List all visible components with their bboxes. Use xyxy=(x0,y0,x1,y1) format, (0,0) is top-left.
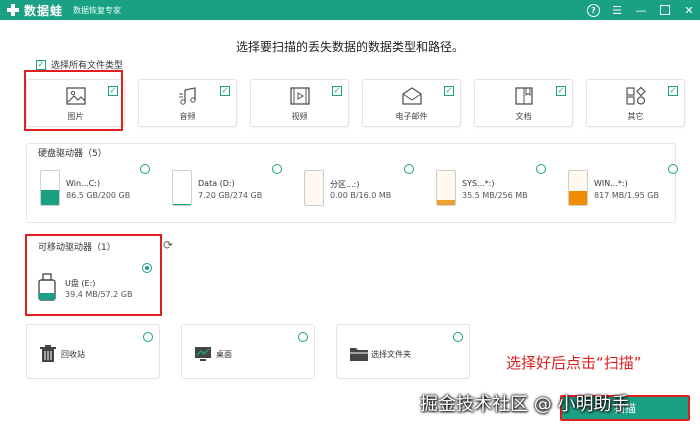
location-radio[interactable] xyxy=(143,332,153,342)
drive-icon xyxy=(40,170,60,206)
drive-size: 817 MB/1.95 GB xyxy=(594,191,659,200)
plus-logo-icon xyxy=(6,3,20,17)
hard-drive-title: 硬盘驱动器（5） xyxy=(38,149,107,159)
checkbox-icon[interactable]: ✓ xyxy=(332,86,342,96)
drive-size: 7.20 GB/274 GB xyxy=(198,191,263,200)
file-type-list: ✓ 图片 ✓ 音频 ✓ 视频 ✓ 电子邮件 ✓ 文档 ✓ 其它 xyxy=(26,79,685,127)
drive-size: 35.5 MB/256 MB xyxy=(462,191,528,200)
location-label: 选择文件夹 xyxy=(371,350,411,359)
close-icon[interactable]: ✕ xyxy=(682,1,696,19)
drive-icon xyxy=(304,170,324,206)
drive-name: Win...C:) xyxy=(66,179,101,188)
drive-item[interactable]: Data (D:) 7.20 GB/274 GB xyxy=(168,164,300,207)
location-list: 回收站 桌面 选择文件夹 xyxy=(26,324,470,379)
annotation-text: 选择好后点击“扫描” xyxy=(506,354,642,372)
other-icon xyxy=(625,86,646,105)
type-card-document[interactable]: ✓ 文档 xyxy=(474,79,573,127)
drive-radio[interactable] xyxy=(404,164,414,174)
location-label: 桌面 xyxy=(216,350,232,359)
maximize-icon[interactable] xyxy=(658,1,672,19)
document-icon xyxy=(514,87,533,105)
drive-size: 0.00 B/16.0 MB xyxy=(330,191,392,200)
drive-item[interactable]: Win...C:) 86.5 GB/200 GB xyxy=(36,164,168,207)
drive-radio[interactable] xyxy=(668,164,678,174)
drive-name: 分区...:) xyxy=(330,180,360,189)
drive-size: 86.5 GB/200 GB xyxy=(66,191,131,200)
watermark: 掘金技术社区 @ 小明助手 xyxy=(420,394,630,415)
location-radio[interactable] xyxy=(453,332,463,342)
folder-icon xyxy=(350,348,368,361)
minimize-icon[interactable]: — xyxy=(634,1,648,19)
drive-icon xyxy=(436,170,456,206)
location-label: 回收站 xyxy=(61,350,85,359)
type-label: 其它 xyxy=(627,112,644,121)
music-icon xyxy=(178,87,196,105)
help-icon[interactable]: ? xyxy=(587,3,600,17)
highlight-box-removable xyxy=(25,234,162,316)
mail-icon xyxy=(401,87,422,105)
app-logo: 数据蛙 数据恢复专家 xyxy=(6,2,121,19)
drive-icon xyxy=(172,170,192,206)
location-choose-folder[interactable]: 选择文件夹 xyxy=(336,324,470,379)
location-recycle-bin[interactable]: 回收站 xyxy=(26,324,160,379)
highlight-box-image xyxy=(24,70,123,131)
checkbox-icon[interactable]: ✓ xyxy=(556,86,566,96)
type-label: 电子邮件 xyxy=(395,112,428,121)
checkbox-icon[interactable]: ✓ xyxy=(668,86,678,96)
type-card-video[interactable]: ✓ 视频 xyxy=(250,79,349,127)
type-card-other[interactable]: ✓ 其它 xyxy=(586,79,685,127)
drive-item[interactable]: 分区...:) 0.00 B/16.0 MB xyxy=(300,164,432,207)
drive-usage-bar xyxy=(437,200,455,205)
app-subtitle: 数据恢复专家 xyxy=(73,5,122,15)
app-name: 数据蛙 xyxy=(24,3,64,18)
drive-usage-bar xyxy=(569,190,587,205)
drive-usage-bar xyxy=(173,203,191,205)
checkbox-icon[interactable]: ✓ xyxy=(220,86,230,96)
drive-item[interactable]: WIN...*:) 817 MB/1.95 GB xyxy=(564,164,696,207)
drive-radio[interactable] xyxy=(536,164,546,174)
location-radio[interactable] xyxy=(298,332,308,342)
type-label: 文档 xyxy=(515,112,532,121)
menu-icon[interactable]: ☰ xyxy=(610,1,624,19)
type-card-audio[interactable]: ✓ 音频 xyxy=(138,79,237,127)
title-bar: 数据蛙 数据恢复专家 ? ☰ — ✕ xyxy=(0,0,700,20)
page-heading: 选择要扫描的丢失数据的数据类型和路径。 xyxy=(235,40,464,54)
type-card-email[interactable]: ✓ 电子邮件 xyxy=(362,79,461,127)
location-desktop[interactable]: 桌面 xyxy=(181,324,315,379)
hard-drive-list: Win...C:) 86.5 GB/200 GB Data (D:) 7.20 … xyxy=(36,164,696,207)
drive-name: SYS...*:) xyxy=(462,179,495,188)
drive-name: WIN...*:) xyxy=(594,179,628,188)
drive-radio[interactable] xyxy=(272,164,282,174)
desktop-icon xyxy=(195,347,211,361)
drive-radio[interactable] xyxy=(140,164,150,174)
video-icon xyxy=(289,87,310,105)
drive-item[interactable]: SYS...*:) 35.5 MB/256 MB xyxy=(432,164,564,207)
checkbox-icon[interactable]: ✓ xyxy=(444,86,454,96)
refresh-icon[interactable]: ⟳ xyxy=(163,238,173,252)
drive-name: Data (D:) xyxy=(198,179,235,188)
drive-usage-bar xyxy=(41,190,59,205)
type-label: 视频 xyxy=(291,112,308,121)
trash-icon xyxy=(40,345,56,362)
type-label: 音频 xyxy=(179,112,196,121)
drive-icon xyxy=(568,170,588,206)
checkbox-icon[interactable]: ✓ xyxy=(36,59,46,70)
